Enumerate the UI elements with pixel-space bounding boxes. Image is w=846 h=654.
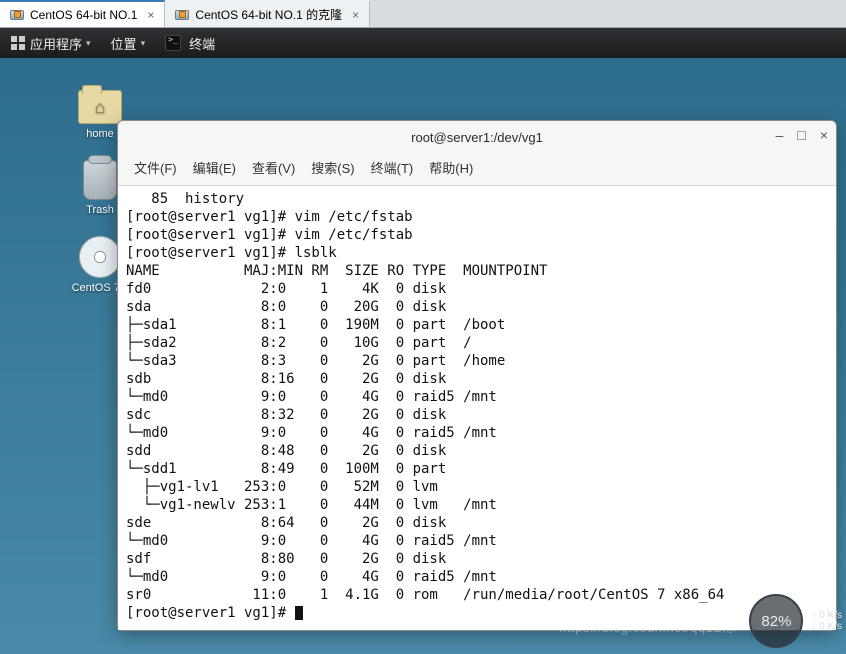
lsblk-row: └─md0 9:0 0 4G 0 raid5 /mnt <box>126 389 497 405</box>
menu-edit[interactable]: 编辑(E) <box>187 156 242 179</box>
terminal-line: [root@server1 vg1]# vim /etc/fstab <box>126 209 413 225</box>
maximize-button[interactable]: □ <box>797 127 805 143</box>
lsblk-row: sdd 8:48 0 2G 0 disk <box>126 443 463 459</box>
net-upload: ↑ 0 K/s <box>811 610 842 621</box>
menu-search[interactable]: 搜索(S) <box>305 156 360 179</box>
terminal-line: [root@server1 vg1]# lsblk <box>126 245 337 261</box>
lsblk-row: └─sda3 8:3 0 2G 0 part /home <box>126 353 505 369</box>
lsblk-row: ├─sda1 8:1 0 190M 0 part /boot <box>126 317 505 333</box>
close-icon[interactable]: × <box>147 8 154 22</box>
lsblk-row: sdc 8:32 0 2G 0 disk <box>126 407 463 423</box>
lsblk-header: NAME MAJ:MIN RM SIZE RO TYPE MOUNTPOINT <box>126 263 547 279</box>
lsblk-row: └─vg1-newlv 253:1 0 44M 0 lvm /mnt <box>126 497 497 513</box>
applications-menu[interactable]: 应用程序 ▾ <box>0 34 101 53</box>
lsblk-row: sda 8:0 0 20G 0 disk <box>126 299 463 315</box>
terminal-body[interactable]: 85 history [root@server1 vg1]# vim /etc/… <box>118 186 836 630</box>
terminal-prompt: [root@server1 vg1]# <box>126 605 295 621</box>
lsblk-row: sde 8:64 0 2G 0 disk <box>126 515 463 531</box>
disc-icon <box>79 236 121 278</box>
window-title: root@server1:/dev/vg1 <box>411 130 543 145</box>
lsblk-row: sdb 8:16 0 2G 0 disk <box>126 371 463 387</box>
lsblk-row: └─sdd1 8:49 0 100M 0 part <box>126 461 463 477</box>
vm-tab-1[interactable]: CentOS 64-bit NO.1 × <box>0 0 165 27</box>
net-download: ↓ 0 K/s <box>811 621 842 632</box>
window-titlebar[interactable]: root@server1:/dev/vg1 – □ × <box>118 121 836 153</box>
lsblk-row: ├─sda2 8:2 0 10G 0 part / <box>126 335 472 351</box>
lsblk-row: └─md0 9:0 0 4G 0 raid5 /mnt <box>126 425 497 441</box>
network-indicator[interactable]: ↑ 0 K/s ↓ 0 K/s <box>811 610 842 632</box>
vm-icon <box>175 10 189 20</box>
minimize-button[interactable]: – <box>776 127 784 143</box>
places-label: 位置 <box>111 34 137 53</box>
vm-icon <box>10 10 24 20</box>
lsblk-row: └─md0 9:0 0 4G 0 raid5 /mnt <box>126 569 497 585</box>
terminal-line: 85 history <box>126 191 244 207</box>
places-menu[interactable]: 位置 ▾ <box>101 34 156 53</box>
lsblk-row: ├─vg1-lv1 253:0 0 52M 0 lvm <box>126 479 463 495</box>
chevron-down-icon: ▾ <box>86 38 91 49</box>
cursor <box>295 606 303 620</box>
terminal-window: root@server1:/dev/vg1 – □ × 文件(F) 编辑(E) … <box>117 120 837 631</box>
menu-view[interactable]: 查看(V) <box>246 156 301 179</box>
lsblk-row: fd0 2:0 1 4K 0 disk <box>126 281 463 297</box>
menu-terminal[interactable]: 终端(T) <box>365 156 420 179</box>
vm-tab-label: CentOS 64-bit NO.1 的克隆 <box>195 6 342 23</box>
battery-percent: 82% <box>761 613 791 630</box>
apps-icon <box>10 35 26 51</box>
system-tray: 82% ↑ 0 K/s ↓ 0 K/s <box>749 594 842 648</box>
lsblk-row: └─md0 9:0 0 4G 0 raid5 /mnt <box>126 533 497 549</box>
vm-tab-label: CentOS 64-bit NO.1 <box>30 8 137 22</box>
chevron-down-icon: ▾ <box>141 38 146 49</box>
trashcan-icon <box>83 160 117 200</box>
terminal-task[interactable]: 终端 <box>155 34 225 53</box>
folder-icon <box>78 90 122 124</box>
menu-file[interactable]: 文件(F) <box>128 156 183 179</box>
gnome-topbar: 应用程序 ▾ 位置 ▾ 终端 <box>0 28 846 58</box>
close-icon[interactable]: × <box>352 8 359 22</box>
watermark: https://blog.csdn.net/qq1B陈 <box>559 617 736 636</box>
close-button[interactable]: × <box>820 127 828 143</box>
vm-tab-bar: CentOS 64-bit NO.1 × CentOS 64-bit NO.1 … <box>0 0 846 28</box>
terminal-icon <box>165 35 181 51</box>
lsblk-row: sdf 8:80 0 2G 0 disk <box>126 551 463 567</box>
menu-help[interactable]: 帮助(H) <box>423 156 479 179</box>
battery-indicator[interactable]: 82% <box>749 594 803 648</box>
applications-label: 应用程序 <box>30 34 82 53</box>
terminal-line: [root@server1 vg1]# vim /etc/fstab <box>126 227 413 243</box>
terminal-menubar: 文件(F) 编辑(E) 查看(V) 搜索(S) 终端(T) 帮助(H) <box>118 153 836 186</box>
vm-tab-2[interactable]: CentOS 64-bit NO.1 的克隆 × <box>165 0 370 27</box>
terminal-task-label: 终端 <box>189 34 215 53</box>
lsblk-row: sr0 11:0 1 4.1G 0 rom /run/media/root/Ce… <box>126 587 724 603</box>
